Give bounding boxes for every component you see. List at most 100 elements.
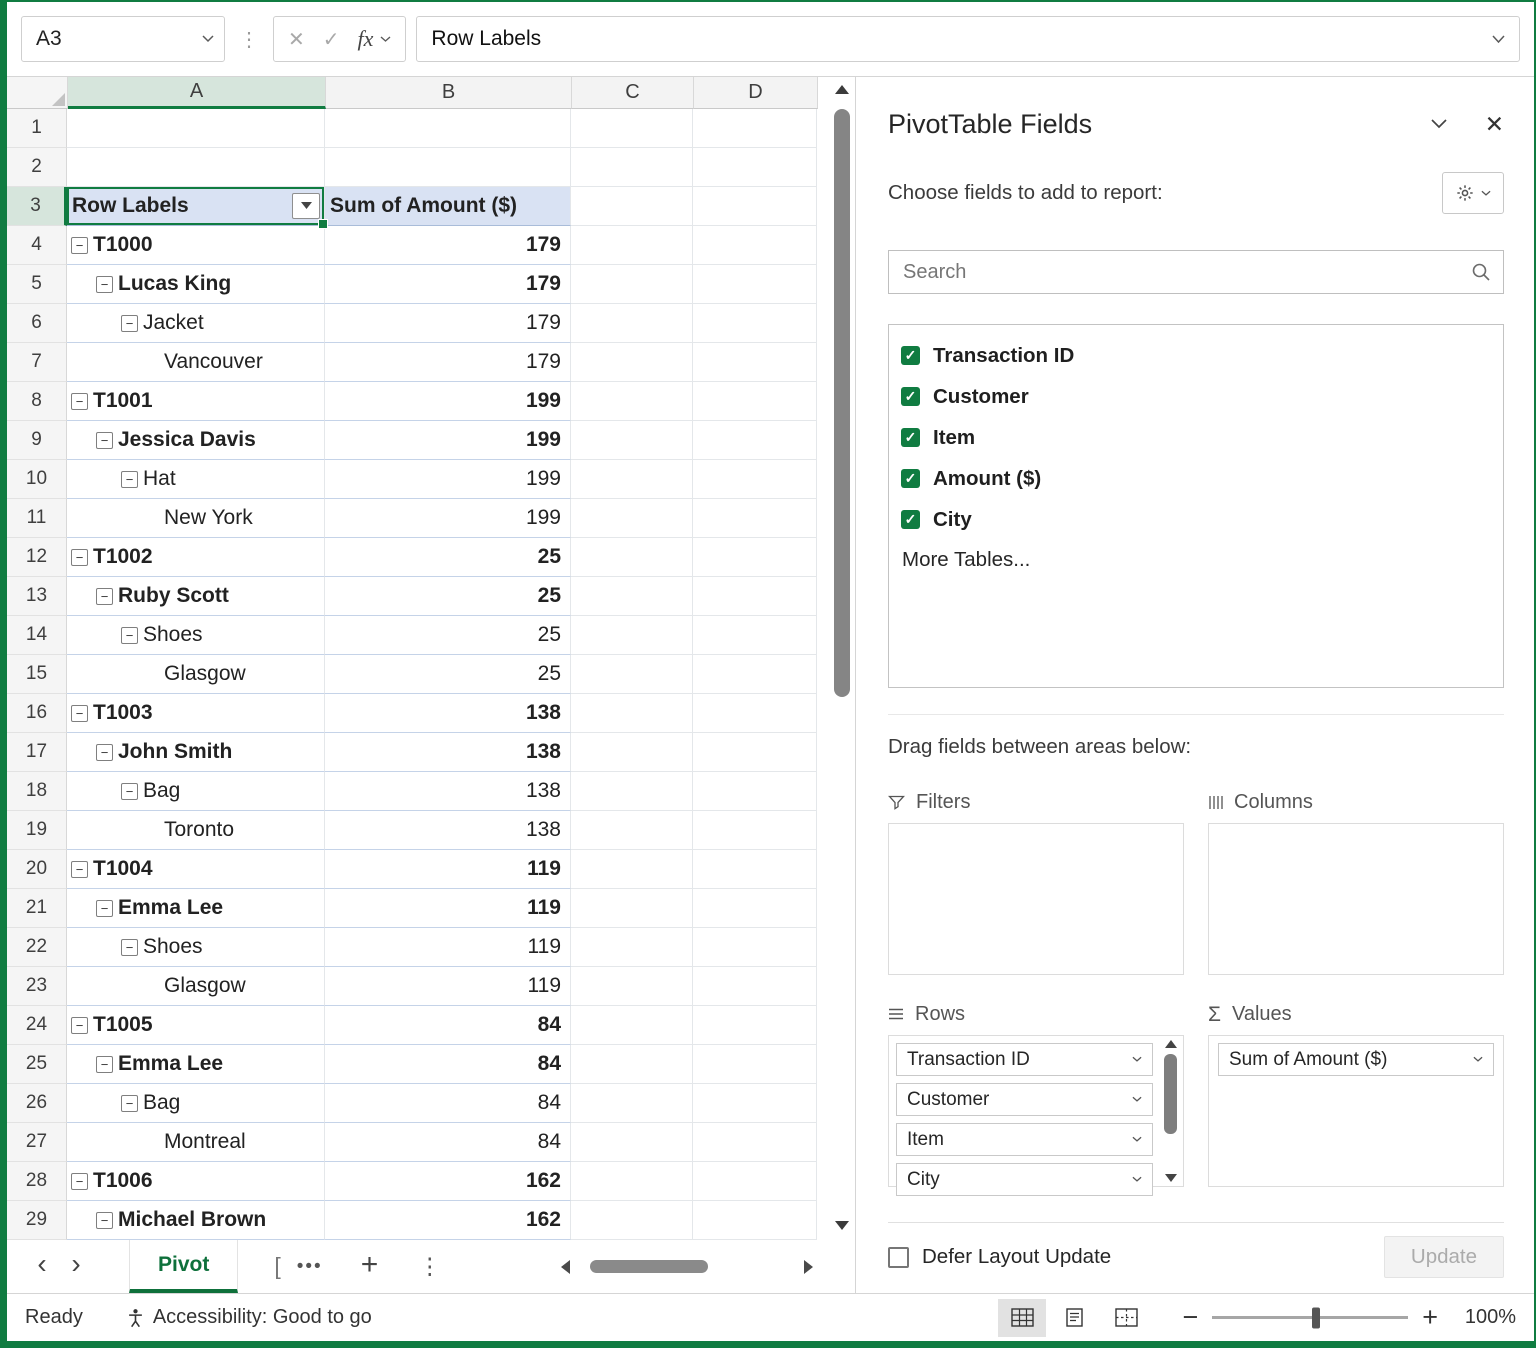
- cell-A11[interactable]: New York: [67, 499, 325, 538]
- cell-D29[interactable]: [693, 1201, 817, 1240]
- cell-C14[interactable]: [571, 616, 693, 655]
- cell-C6[interactable]: [571, 304, 693, 343]
- defer-checkbox[interactable]: [888, 1247, 909, 1268]
- cell-D11[interactable]: [693, 499, 817, 538]
- cell-D26[interactable]: [693, 1084, 817, 1123]
- cell-B6[interactable]: 179: [325, 304, 571, 343]
- field-item-city[interactable]: ✓City: [889, 499, 1503, 540]
- scroll-left-icon[interactable]: [561, 1260, 570, 1274]
- scroll-down-icon[interactable]: [1165, 1174, 1177, 1182]
- row-header-3[interactable]: 3: [7, 187, 67, 226]
- column-header-A[interactable]: A: [68, 77, 326, 109]
- cell-B17[interactable]: 138: [325, 733, 571, 772]
- cell-B20[interactable]: 119: [325, 850, 571, 889]
- row-header-18[interactable]: 18: [7, 772, 67, 811]
- insert-function-button[interactable]: fx: [358, 26, 392, 52]
- field-checkbox[interactable]: ✓: [901, 346, 920, 365]
- scroll-up-icon[interactable]: [1165, 1040, 1177, 1048]
- row-header-13[interactable]: 13: [7, 577, 67, 616]
- cell-A15[interactable]: Glasgow: [67, 655, 325, 694]
- cell-B21[interactable]: 119: [325, 889, 571, 928]
- cell-C5[interactable]: [571, 265, 693, 304]
- field-checkbox[interactable]: ✓: [901, 510, 920, 529]
- cell-A29[interactable]: −Michael Brown: [67, 1201, 325, 1240]
- cell-C7[interactable]: [571, 343, 693, 382]
- cell-A10[interactable]: −Hat: [67, 460, 325, 499]
- zoom-slider-thumb[interactable]: [1312, 1307, 1320, 1328]
- cell-C2[interactable]: [571, 148, 693, 187]
- cell-B9[interactable]: 199: [325, 421, 571, 460]
- collapse-button[interactable]: −: [121, 315, 138, 332]
- cell-C28[interactable]: [571, 1162, 693, 1201]
- vertical-scroll-thumb[interactable]: [834, 109, 850, 697]
- formula-bar-expand-icon[interactable]: [1492, 35, 1505, 44]
- row-header-23[interactable]: 23: [7, 967, 67, 1006]
- enter-icon[interactable]: ✓: [323, 27, 340, 52]
- cell-D21[interactable]: [693, 889, 817, 928]
- cell-C15[interactable]: [571, 655, 693, 694]
- cell-A18[interactable]: −Bag: [67, 772, 325, 811]
- collapse-button[interactable]: −: [71, 237, 88, 254]
- row-header-11[interactable]: 11: [7, 499, 67, 538]
- field-chip[interactable]: Customer: [896, 1083, 1153, 1116]
- collapse-button[interactable]: −: [71, 393, 88, 410]
- cell-A17[interactable]: −John Smith: [67, 733, 325, 772]
- cell-B15[interactable]: 25: [325, 655, 571, 694]
- row-header-2[interactable]: 2: [7, 148, 67, 187]
- cell-D24[interactable]: [693, 1006, 817, 1045]
- row-labels-filter-button[interactable]: [292, 193, 320, 219]
- cell-D25[interactable]: [693, 1045, 817, 1084]
- horizontal-scrollbar[interactable]: [561, 1260, 813, 1274]
- cell-B4[interactable]: 179: [325, 226, 571, 265]
- cell-A22[interactable]: −Shoes: [67, 928, 325, 967]
- cell-A6[interactable]: −Jacket: [67, 304, 325, 343]
- row-header-8[interactable]: 8: [7, 382, 67, 421]
- cell-A14[interactable]: −Shoes: [67, 616, 325, 655]
- cell-B11[interactable]: 199: [325, 499, 571, 538]
- pane-options-chevron-icon[interactable]: [1431, 119, 1447, 129]
- zoom-level[interactable]: 100%: [1444, 1306, 1516, 1329]
- row-header-4[interactable]: 4: [7, 226, 67, 265]
- cell-D2[interactable]: [693, 148, 817, 187]
- cell-B23[interactable]: 119: [325, 967, 571, 1006]
- field-item-customer[interactable]: ✓Customer: [889, 376, 1503, 417]
- cell-D20[interactable]: [693, 850, 817, 889]
- field-chip[interactable]: Transaction ID: [896, 1043, 1153, 1076]
- formula-input[interactable]: Row Labels: [416, 16, 1520, 62]
- cell-C1[interactable]: [571, 109, 693, 148]
- row-header-6[interactable]: 6: [7, 304, 67, 343]
- cell-C17[interactable]: [571, 733, 693, 772]
- cell-B26[interactable]: 84: [325, 1084, 571, 1123]
- pane-tools-button[interactable]: [1442, 172, 1504, 214]
- cell-A23[interactable]: Glasgow: [67, 967, 325, 1006]
- collapse-button[interactable]: −: [96, 588, 113, 605]
- cell-D13[interactable]: [693, 577, 817, 616]
- field-item-item[interactable]: ✓Item: [889, 417, 1503, 458]
- collapse-button[interactable]: −: [71, 1017, 88, 1034]
- row-header-29[interactable]: 29: [7, 1201, 67, 1240]
- cell-D19[interactable]: [693, 811, 817, 850]
- cell-C18[interactable]: [571, 772, 693, 811]
- horizontal-scroll-thumb[interactable]: [590, 1260, 708, 1273]
- cell-A21[interactable]: −Emma Lee: [67, 889, 325, 928]
- scroll-down-icon[interactable]: [835, 1221, 849, 1230]
- accessibility-status[interactable]: Accessibility: Good to go: [127, 1306, 372, 1329]
- field-chip[interactable]: Item: [896, 1123, 1153, 1156]
- row-header-20[interactable]: 20: [7, 850, 67, 889]
- defer-layout-update[interactable]: Defer Layout Update: [888, 1245, 1111, 1269]
- more-sheets-icon[interactable]: •••: [297, 1256, 323, 1278]
- cell-D1[interactable]: [693, 109, 817, 148]
- cell-C3[interactable]: [571, 187, 693, 226]
- collapse-button[interactable]: −: [96, 1056, 113, 1073]
- cell-B14[interactable]: 25: [325, 616, 571, 655]
- field-item-amount-[interactable]: ✓Amount ($): [889, 458, 1503, 499]
- cell-D8[interactable]: [693, 382, 817, 421]
- new-sheet-icon[interactable]: +: [361, 1250, 379, 1284]
- columns-dropzone[interactable]: [1208, 823, 1504, 975]
- cell-D3[interactable]: [693, 187, 817, 226]
- row-header-15[interactable]: 15: [7, 655, 67, 694]
- cell-A24[interactable]: −T1005: [67, 1006, 325, 1045]
- cell-A1[interactable]: [67, 109, 325, 148]
- pane-close-icon[interactable]: ✕: [1485, 111, 1504, 138]
- cell-C9[interactable]: [571, 421, 693, 460]
